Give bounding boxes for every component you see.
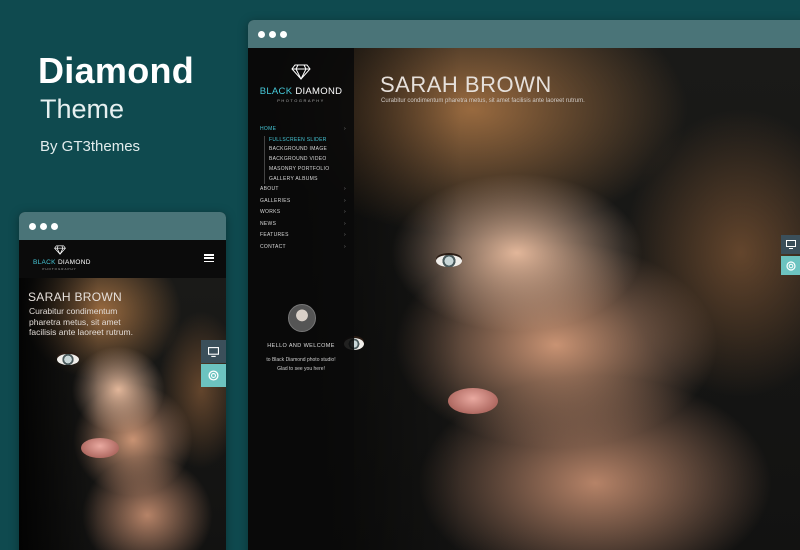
desktop-preview-window: BLACK DIAMOND PHOTOGRAPHY HOME › FULLSCRE… (248, 20, 800, 550)
hero-title: SARAH BROWN (28, 290, 122, 304)
chevron-right-icon: › (344, 197, 346, 204)
mobile-preview-window: BLACK DIAMOND PHOTOGRAPHY SARAH BROWN Cu… (19, 212, 226, 550)
window-dot (269, 30, 276, 38)
hero-text: Curabitur condimentum pharetra metus, si… (29, 306, 133, 338)
promo-author: By GT3themes (40, 138, 141, 155)
promo-title: Diamond (38, 50, 195, 91)
nav-subitem-gallery-albums[interactable]: GALLERY ALBUMS (269, 175, 346, 185)
window-dot (51, 222, 58, 230)
window-dot (258, 30, 265, 38)
site-logo[interactable]: BLACK DIAMOND (33, 259, 91, 266)
mobile-header: BLACK DIAMOND PHOTOGRAPHY (19, 240, 226, 278)
desktop-icon (208, 346, 219, 357)
lifebuoy-icon (786, 260, 796, 271)
support-button[interactable] (201, 364, 226, 387)
chevron-right-icon: › (344, 220, 346, 227)
nav-subitem-background-image[interactable]: BACKGROUND IMAGE (269, 145, 346, 155)
welcome-title: HELLO AND WELCOME (267, 343, 335, 349)
nav-subitem-fullscreen-slider[interactable]: FULLSCREEN SLIDER (269, 136, 346, 146)
site-logo-subtitle: PHOTOGRAPHY (277, 98, 325, 103)
nav-item-works[interactable]: WORKS › (260, 207, 346, 219)
hero-title: SARAH BROWN (380, 72, 552, 97)
chevron-right-icon: › (344, 232, 346, 239)
chevron-right-icon: › (344, 209, 346, 216)
desktop-view-button[interactable] (781, 235, 800, 254)
nav-item-news[interactable]: NEWS › (260, 219, 346, 231)
promo-subtitle: Theme (40, 94, 125, 124)
window-dot (40, 222, 47, 230)
sidebar-menu: BLACK DIAMOND PHOTOGRAPHY HOME › FULLSCRE… (248, 48, 354, 550)
nav-subitem-masonry-portfolio[interactable]: MASONRY PORTFOLIO (269, 165, 346, 175)
chevron-right-icon: › (344, 186, 346, 193)
hamburger-icon[interactable] (204, 254, 214, 262)
site-logo-subtitle: PHOTOGRAPHY (42, 267, 77, 271)
diamond-icon (54, 245, 66, 255)
nav-item-home[interactable]: HOME › (260, 124, 346, 136)
main-nav: HOME › FULLSCREEN SLIDER BACKGROUND IMAGE… (260, 124, 346, 253)
avatar (288, 304, 316, 332)
support-button[interactable] (781, 256, 800, 275)
nav-item-galleries[interactable]: GALLERIES › (260, 196, 346, 208)
window-dot (280, 30, 287, 38)
chevron-right-icon: › (344, 243, 346, 250)
window-titlebar (248, 20, 800, 48)
nav-item-about[interactable]: ABOUT › (260, 184, 346, 196)
hero-text: Curabitur condimentum pharetra metus, si… (381, 98, 585, 104)
nav-item-features[interactable]: FEATURES › (260, 230, 346, 242)
nav-subitem-background-video[interactable]: BACKGROUND VIDEO (269, 155, 346, 165)
desktop-icon (786, 240, 796, 249)
nav-submenu-home: FULLSCREEN SLIDER BACKGROUND IMAGE BACKG… (264, 135, 346, 185)
nav-item-contact[interactable]: CONTACT › (260, 242, 346, 254)
window-dot (29, 222, 36, 230)
desktop-view-button[interactable] (201, 340, 226, 363)
welcome-message: to Black Diamond photo studio! Glad to s… (266, 357, 336, 372)
lifebuoy-icon (208, 370, 219, 381)
chevron-right-icon: › (344, 126, 346, 132)
diamond-icon (291, 64, 311, 80)
window-titlebar (19, 212, 226, 240)
site-logo[interactable]: BLACK DIAMOND (248, 86, 354, 97)
